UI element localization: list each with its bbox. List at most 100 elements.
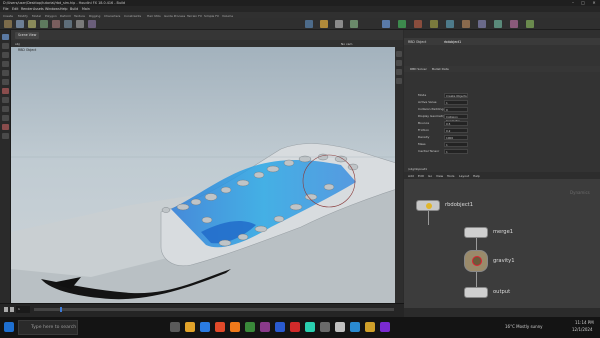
node-name-field[interactable]: rbdobject1 bbox=[444, 40, 461, 44]
param-field[interactable]: 1 bbox=[444, 99, 468, 105]
menu-windows[interactable]: Windows bbox=[45, 7, 60, 11]
param-field[interactable]: 1 bbox=[444, 148, 468, 154]
pose-tool-icon[interactable] bbox=[2, 79, 9, 85]
box-tool-icon[interactable] bbox=[4, 19, 12, 28]
measure-tool-icon[interactable] bbox=[2, 115, 9, 121]
menu-build[interactable]: Build bbox=[70, 7, 78, 11]
flipbook-icon[interactable] bbox=[2, 133, 9, 139]
menu-layout[interactable]: Layout bbox=[459, 174, 469, 178]
rbd-tool-icon[interactable] bbox=[382, 19, 390, 28]
timeline-scrubber[interactable] bbox=[34, 308, 394, 311]
clock-date[interactable]: 12/1/2024 bbox=[572, 327, 593, 332]
menu-edit[interactable]: Edit bbox=[418, 174, 424, 178]
shelf-tab[interactable]: Modify bbox=[18, 14, 28, 18]
shelf-tab[interactable]: Texture bbox=[74, 14, 85, 18]
menu-go[interactable]: Go bbox=[428, 174, 432, 178]
app-icon[interactable] bbox=[305, 322, 315, 332]
node-rbdobject1[interactable] bbox=[416, 200, 440, 211]
node-merge1[interactable] bbox=[464, 227, 488, 238]
circle-tool-icon[interactable] bbox=[88, 19, 96, 28]
param-field[interactable]: 0 bbox=[444, 106, 468, 112]
play-icon[interactable] bbox=[10, 307, 14, 312]
clock-time[interactable]: 11:14 PM bbox=[575, 320, 594, 325]
network-editor[interactable] bbox=[404, 165, 600, 308]
tube-tool-icon[interactable] bbox=[28, 19, 36, 28]
transform-tool-icon[interactable] bbox=[2, 43, 9, 49]
select-tool-icon[interactable] bbox=[2, 34, 9, 40]
menu-add[interactable]: Add bbox=[408, 174, 414, 178]
pop-tool-icon[interactable] bbox=[398, 19, 406, 28]
taskbar-search-box[interactable]: Type here to search bbox=[18, 320, 78, 335]
menu-render[interactable]: Render bbox=[21, 7, 33, 11]
path-label[interactable]: obj bbox=[15, 42, 20, 46]
app-icon[interactable] bbox=[290, 322, 300, 332]
drive-tool-icon[interactable] bbox=[478, 19, 486, 28]
menu-file[interactable]: File bbox=[3, 7, 9, 11]
houdini-icon[interactable] bbox=[230, 322, 240, 332]
timeline-cursor[interactable] bbox=[60, 307, 62, 312]
scale-tool-icon[interactable] bbox=[2, 61, 9, 67]
tab-network[interactable]: /obj/dopnet1 bbox=[408, 167, 427, 171]
camera-tool-icon[interactable] bbox=[305, 19, 313, 28]
shelf-tab[interactable]: Terrain FX bbox=[187, 14, 202, 18]
play-back-icon[interactable] bbox=[4, 307, 8, 312]
wireframe-icon[interactable] bbox=[396, 69, 402, 75]
app-icon[interactable] bbox=[380, 322, 390, 332]
app-icon[interactable] bbox=[365, 322, 375, 332]
brush-tool-icon[interactable] bbox=[2, 88, 9, 94]
spot-light-tool-icon[interactable] bbox=[335, 19, 343, 28]
edge-icon[interactable] bbox=[200, 322, 210, 332]
app-icon[interactable] bbox=[320, 322, 330, 332]
camera-menu[interactable]: No cam bbox=[341, 42, 352, 46]
grains-tool-icon[interactable] bbox=[526, 19, 534, 28]
node-output[interactable] bbox=[464, 287, 488, 298]
app-icon[interactable] bbox=[245, 322, 255, 332]
chrome-icon[interactable] bbox=[215, 322, 225, 332]
param-field[interactable]: 0.2 bbox=[444, 127, 468, 133]
timeline-bar[interactable]: 1 bbox=[0, 303, 404, 317]
param-field[interactable]: 1000 bbox=[444, 134, 468, 140]
app-icon[interactable] bbox=[260, 322, 270, 332]
shelf-tab[interactable]: Model bbox=[32, 14, 41, 18]
shelf-tab[interactable]: Constraints bbox=[124, 14, 141, 18]
view-tool-icon[interactable] bbox=[2, 97, 9, 103]
shelf-tab[interactable]: Guide Process bbox=[164, 14, 185, 18]
file-explorer-icon[interactable] bbox=[185, 322, 195, 332]
shelf-tab[interactable]: Polygon bbox=[45, 14, 57, 18]
crowd-tool-icon[interactable] bbox=[462, 19, 470, 28]
display-options-icon[interactable] bbox=[396, 51, 402, 57]
param-field[interactable]: Create Objects bbox=[444, 92, 468, 98]
menu-tools[interactable]: Tools bbox=[447, 174, 454, 178]
menu-edit[interactable]: Edit bbox=[12, 7, 18, 11]
app-icon[interactable] bbox=[350, 322, 360, 332]
null-tool-icon[interactable] bbox=[64, 19, 72, 28]
app-icon[interactable] bbox=[275, 322, 285, 332]
shelf-tab[interactable]: Rigging bbox=[89, 14, 100, 18]
tab-scene-view[interactable]: Scene View bbox=[15, 31, 40, 39]
app-icon[interactable] bbox=[335, 322, 345, 332]
windows-start-icon[interactable] bbox=[4, 322, 14, 332]
render-region-icon[interactable] bbox=[2, 124, 9, 130]
vellum-tool-icon[interactable] bbox=[510, 19, 518, 28]
task-view-icon[interactable] bbox=[170, 322, 180, 332]
shelf-tab[interactable]: Hair Utils bbox=[147, 14, 161, 18]
node-gravity1[interactable] bbox=[464, 250, 488, 272]
shelf-tab[interactable]: Create bbox=[3, 14, 13, 18]
menu-help[interactable]: Help bbox=[60, 7, 68, 11]
menu-view[interactable]: View bbox=[436, 174, 443, 178]
fluid-tool-icon[interactable] bbox=[414, 19, 422, 28]
frame-field[interactable]: 1 bbox=[16, 306, 30, 313]
light-tool-icon[interactable] bbox=[320, 19, 328, 28]
tab-rbd-solver[interactable]: RBD Solver bbox=[410, 67, 427, 71]
param-field[interactable]: Collision Geometry bbox=[444, 113, 468, 123]
torus-tool-icon[interactable] bbox=[40, 19, 48, 28]
rotate-tool-icon[interactable] bbox=[2, 52, 9, 58]
cloth-tool-icon[interactable] bbox=[430, 19, 438, 28]
grid-tool-icon[interactable] bbox=[52, 19, 60, 28]
lighting-icon[interactable] bbox=[396, 78, 402, 84]
menu-help[interactable]: Help bbox=[473, 174, 480, 178]
shelf-tab[interactable]: Volume bbox=[222, 14, 233, 18]
param-field[interactable]: 0.5 bbox=[444, 120, 468, 126]
desktop-selector[interactable]: Main bbox=[82, 7, 90, 11]
wire-tool-icon[interactable] bbox=[446, 19, 454, 28]
